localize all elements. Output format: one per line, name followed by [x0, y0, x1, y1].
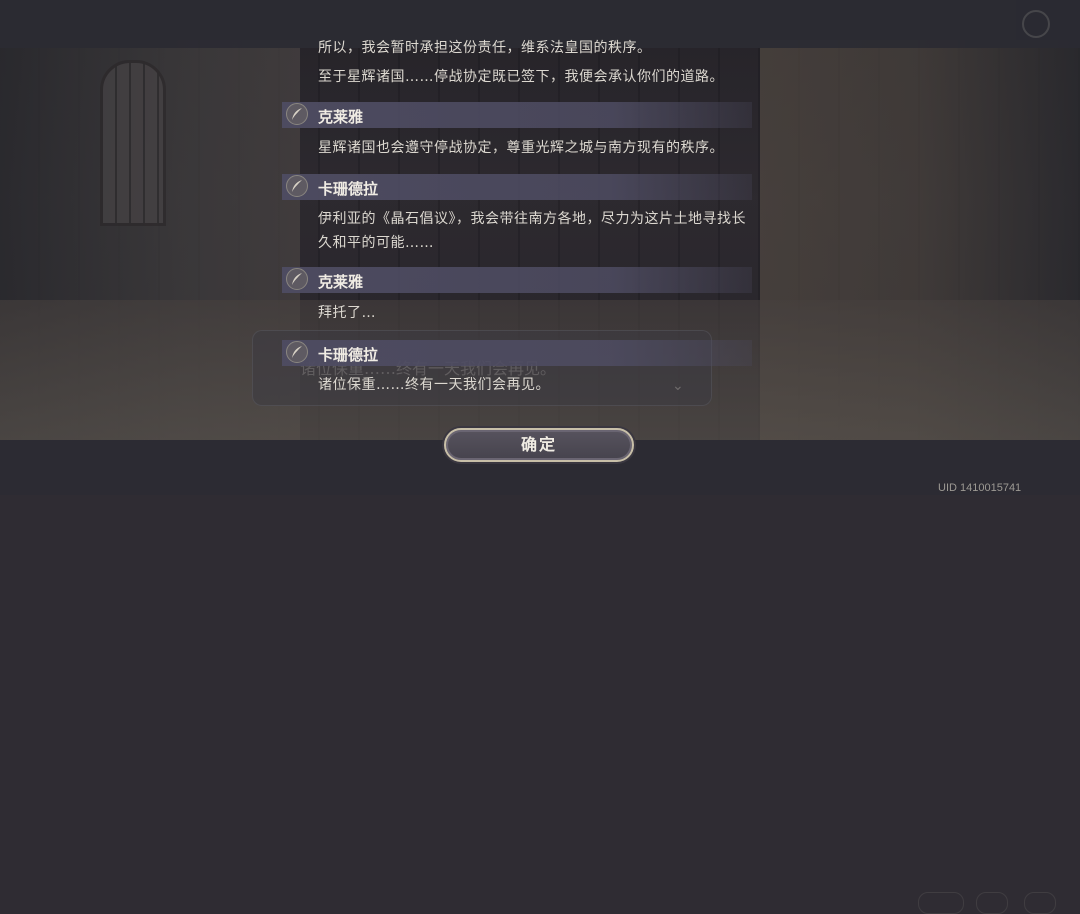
log-line: 星辉诸国也会遵守停战协定，尊重光辉之城与南方现有的秩序。	[318, 140, 724, 156]
log-line: 久和平的可能……	[318, 235, 434, 251]
quill-icon	[286, 175, 308, 197]
menu-dots-icon	[918, 892, 964, 914]
speaker-header: 卡珊德拉	[282, 340, 752, 366]
log-line: 至于星辉诸国……停战协定既已签下，我便会承认你们的道路。	[318, 69, 724, 85]
log-icon	[976, 892, 1008, 914]
quill-icon	[286, 103, 308, 125]
speaker-name: 克莱雅	[318, 108, 364, 126]
background-window	[100, 60, 166, 226]
log-line: 伊利亚的《晶石倡议》，我会带往南方各地，尽力为这片土地寻找长	[318, 211, 746, 227]
confirm-button[interactable]: 确定	[444, 428, 634, 462]
speaker-name: 卡珊德拉	[318, 180, 379, 198]
quill-icon	[286, 341, 308, 363]
speaker-header: 卡珊德拉	[282, 174, 752, 200]
auto-play-icon	[1022, 10, 1050, 38]
speaker-name: 卡珊德拉	[318, 346, 379, 364]
play-icon	[1024, 892, 1056, 914]
log-line: 所以，我会暂时承担这份责任，维系法皇国的秩序。	[318, 40, 652, 56]
speaker-header: 克莱雅	[282, 102, 752, 128]
log-line: 诸位保重……终有一天我们会再见。	[318, 377, 550, 393]
quill-icon	[286, 268, 308, 290]
speaker-name: 克莱雅	[318, 273, 364, 291]
log-line: 拜托了…	[318, 305, 376, 321]
speaker-header: 克莱雅	[282, 267, 752, 293]
uid-label: UID 1410015741	[938, 482, 1022, 494]
dialogue-log[interactable]: 所以，我会暂时承担这份责任，维系法皇国的秩序。 至于星辉诸国……停战协定既已签下…	[282, 30, 762, 430]
